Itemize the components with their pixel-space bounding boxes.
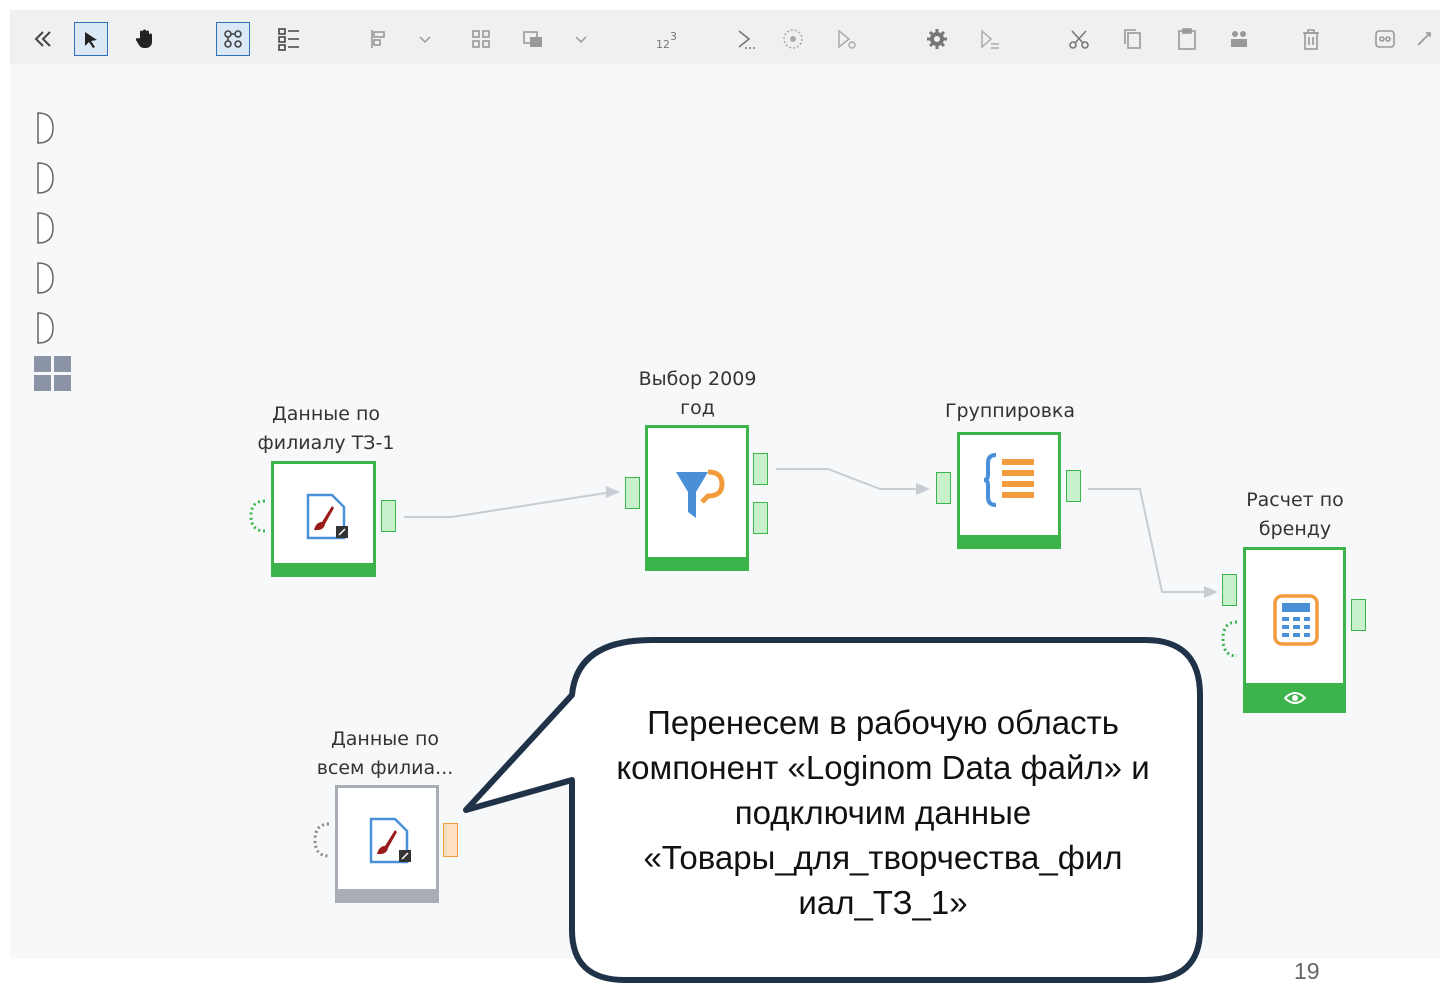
node-status-bar [957, 535, 1061, 549]
input-port-dotted-icon[interactable] [312, 822, 332, 858]
loginom-file-icon [369, 817, 411, 864]
calculator-icon [1273, 594, 1319, 646]
align-icon[interactable] [362, 22, 396, 56]
output-port[interactable] [1351, 599, 1366, 631]
node-label: Расчет по бренду [1246, 489, 1344, 540]
callout-text: Перенесем в рабочую область компонент «L… [616, 704, 1150, 921]
stop-icon[interactable] [776, 22, 810, 56]
duplicate-icon[interactable] [1222, 22, 1256, 56]
hand-pan-icon[interactable] [128, 22, 162, 56]
half-circle-icon[interactable] [36, 312, 54, 344]
copy-icon[interactable] [1116, 22, 1150, 56]
node-status-bar [645, 557, 749, 571]
select-pointer-icon[interactable] [74, 22, 108, 56]
output-port[interactable] [1066, 470, 1081, 502]
group-icon[interactable] [464, 22, 498, 56]
half-circle-icon[interactable] [36, 262, 54, 294]
input-port[interactable] [936, 472, 951, 504]
output-port[interactable] [753, 453, 768, 485]
run-icon[interactable] [728, 22, 762, 56]
svg-text:1: 1 [656, 38, 663, 51]
node-loginom-data-file[interactable] [335, 785, 439, 903]
more-icon[interactable] [1410, 22, 1438, 56]
page-number: 19 [1294, 958, 1320, 984]
collapse-icon[interactable] [26, 22, 60, 56]
node-status-bar [1243, 683, 1346, 713]
input-port-dotted-icon[interactable] [248, 499, 268, 533]
node-label: Группировка [944, 400, 1076, 422]
grid-icon[interactable] [34, 356, 72, 392]
numbering-icon[interactable]: 123 [652, 22, 686, 56]
workflow-editor: 123 Данные по филиалу ТЗ-1 Выбор 2009 го… [0, 0, 1440, 984]
list-view-icon[interactable] [272, 22, 306, 56]
settings-icon[interactable] [920, 22, 954, 56]
node-label: Выбор 2009 год [638, 368, 757, 419]
grouping-icon [983, 453, 1034, 507]
node-loginom-data-file[interactable] [271, 461, 376, 577]
node-status-bar [271, 563, 376, 577]
chevron-down-icon[interactable] [408, 22, 442, 56]
half-circle-icon[interactable] [36, 212, 54, 244]
svg-text:2: 2 [663, 38, 670, 51]
half-circle-icon[interactable] [36, 112, 54, 144]
input-port-dotted-icon[interactable] [1220, 620, 1240, 658]
input-port[interactable] [625, 477, 640, 509]
chevron-down-icon[interactable] [564, 22, 598, 56]
eye-icon[interactable] [1283, 691, 1306, 705]
layer-icon[interactable] [516, 22, 550, 56]
loginom-file-icon [306, 493, 348, 540]
run-step-icon[interactable] [828, 22, 862, 56]
node-filter[interactable] [645, 425, 749, 571]
svg-text:3: 3 [670, 30, 677, 43]
filter-funnel-icon [676, 469, 725, 518]
cut-icon[interactable] [1062, 22, 1096, 56]
node-calculator[interactable] [1243, 547, 1346, 713]
node-label: Данные по филиалу ТЗ-1 [257, 403, 395, 454]
output-port[interactable] [381, 500, 396, 532]
delete-icon[interactable] [1294, 22, 1328, 56]
auto-layout-icon[interactable] [216, 22, 250, 56]
half-circle-icon[interactable] [36, 162, 54, 194]
node-status-bar [335, 889, 439, 903]
run-branch-icon[interactable] [972, 22, 1006, 56]
frame-icon[interactable] [1368, 22, 1402, 56]
paste-icon[interactable] [1170, 22, 1204, 56]
output-port[interactable] [443, 823, 458, 857]
toolbar: 123 [10, 10, 1440, 64]
input-port[interactable] [1222, 574, 1237, 606]
node-label: Данные по всем филиа... [316, 728, 454, 779]
output-port[interactable] [753, 502, 768, 534]
node-grouping[interactable] [957, 432, 1061, 549]
